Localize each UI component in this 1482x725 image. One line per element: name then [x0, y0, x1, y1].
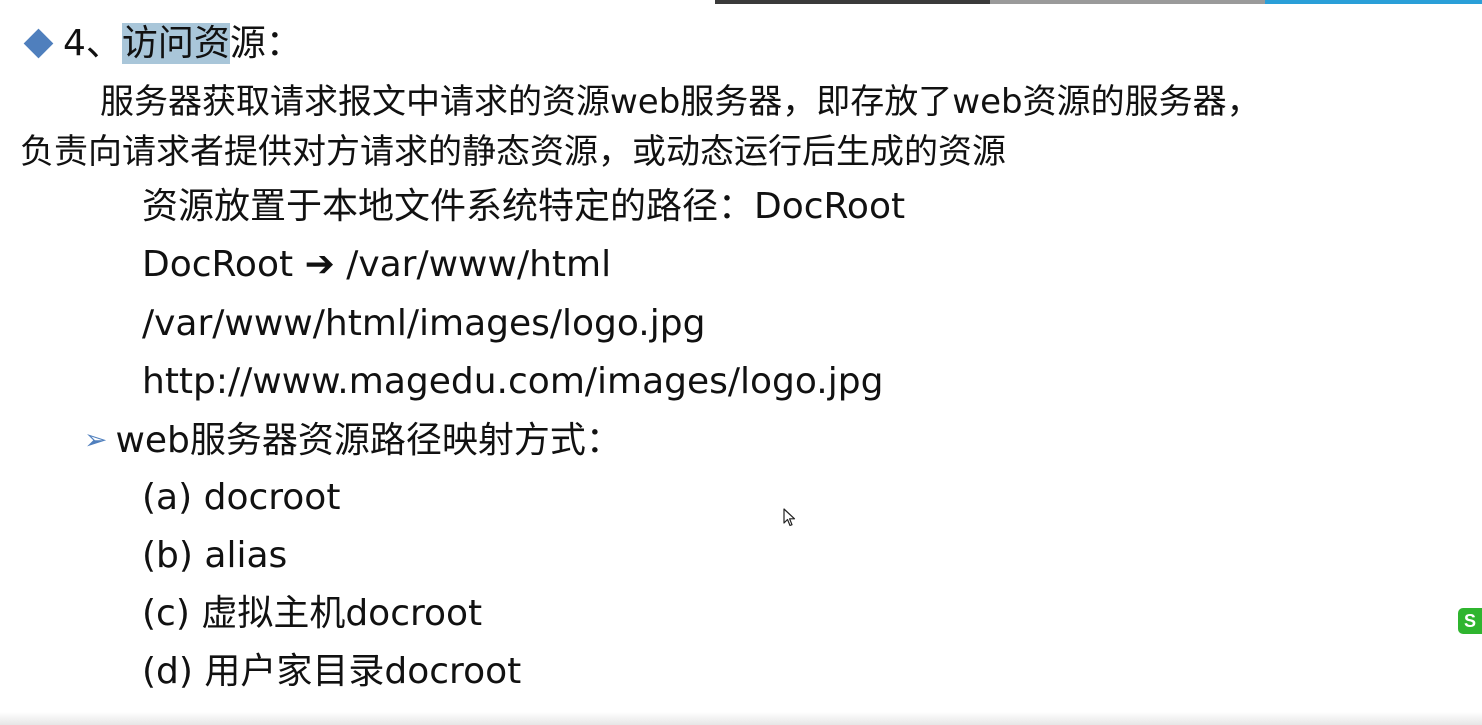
heading-rest-text: 源： — [229, 23, 302, 64]
file-path: /var/www/html/images/logo.jpg — [142, 303, 706, 344]
option-item: (c) 虚拟主机docroot — [142, 593, 483, 634]
option-item: (d) 用户家目录docroot — [142, 651, 522, 692]
docroot-path: /var/www/html — [346, 244, 612, 285]
side-app-badge-icon[interactable]: S — [1458, 608, 1482, 634]
top-progress-blue — [1265, 0, 1482, 4]
top-progress-dark — [715, 0, 990, 4]
paragraph-line-2: 负责向请求者提供对方请求的静态资源，或动态运行后生成的资源 — [20, 132, 1006, 172]
heading-number: 4、 — [63, 23, 122, 64]
arrowhead-bullet-icon: ➢ — [84, 423, 108, 456]
right-arrow-icon: ➔ — [304, 244, 335, 285]
option-item: (a) docroot — [142, 477, 341, 518]
subheading: ➢ web服务器资源路径映射方式： — [84, 416, 622, 465]
section-heading: 4、访问资源： — [20, 20, 302, 68]
top-progress-gray — [990, 0, 1265, 4]
docroot-description: 资源放置于本地文件系统特定的路径：DocRoot — [142, 186, 906, 227]
bottom-shadow — [0, 712, 1482, 725]
subheading-text: web服务器资源路径映射方式： — [115, 420, 622, 461]
mouse-pointer-icon — [783, 508, 796, 527]
heading-highlighted-text: 访问资 — [121, 23, 230, 64]
diamond-bullet-icon — [23, 28, 54, 58]
example-url: http://www.magedu.com/images/logo.jpg — [142, 361, 884, 402]
docroot-mapping: DocRoot ➔ /var/www/html — [142, 241, 611, 289]
docroot-label: DocRoot — [142, 244, 294, 285]
paragraph-line-1: 服务器获取请求报文中请求的资源web服务器，即存放了web资源的服务器， — [100, 82, 1261, 122]
option-item: (b) alias — [142, 535, 288, 576]
